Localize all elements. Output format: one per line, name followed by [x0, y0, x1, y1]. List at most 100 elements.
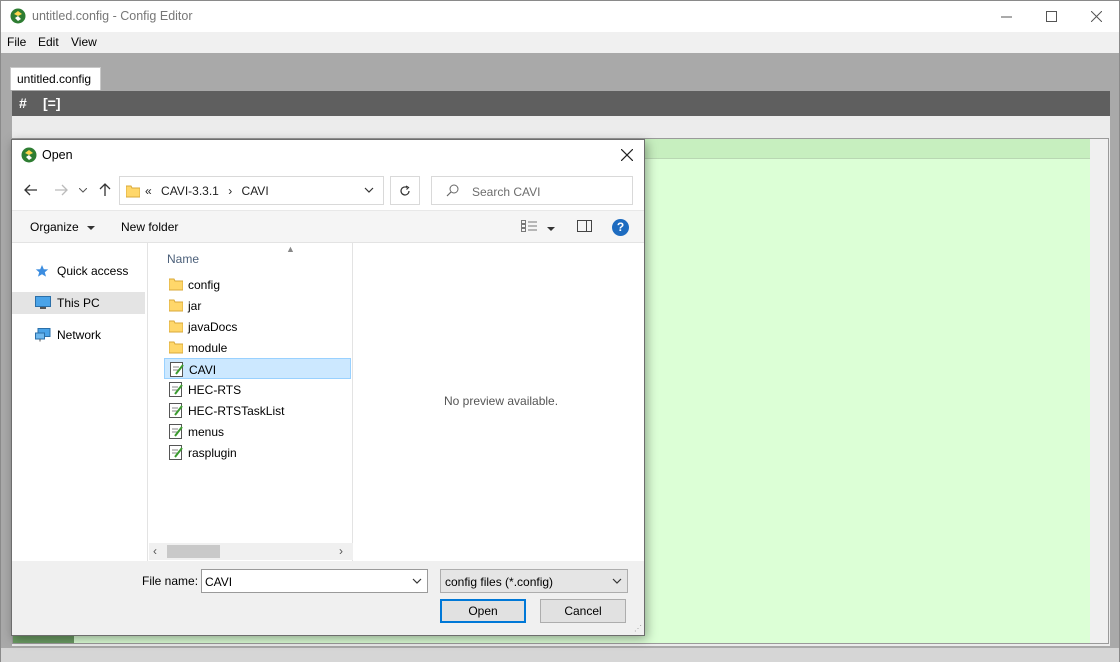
close-icon	[621, 149, 633, 161]
maximize-button[interactable]	[1028, 1, 1074, 32]
folder-icon	[126, 185, 140, 198]
menu-edit[interactable]: Edit	[38, 35, 59, 49]
help-button[interactable]: ?	[612, 219, 629, 236]
file-name-field[interactable]: CAVI	[201, 569, 428, 593]
network-icon	[35, 328, 51, 342]
refresh-button[interactable]	[390, 176, 420, 205]
address-bar[interactable]: « CAVI-3.3.1 › CAVI	[119, 176, 384, 205]
search-icon	[446, 184, 459, 197]
nav-item-network[interactable]: Network	[12, 324, 145, 346]
details-view-icon	[521, 220, 537, 232]
up-button[interactable]	[96, 181, 114, 199]
nav-item-quick-access[interactable]: Quick access	[12, 260, 145, 282]
file-name: menus	[188, 425, 225, 439]
file-list: ▲ Name config jar javaDocs module CAVI H…	[149, 243, 353, 561]
file-row-cavi[interactable]: CAVI	[164, 358, 351, 379]
resize-grip-icon[interactable]: ⋰	[634, 624, 642, 633]
open-button[interactable]: Open	[440, 599, 526, 623]
chevron-down-icon	[612, 578, 622, 584]
organize-button[interactable]: Organize	[30, 220, 96, 234]
file-name: CAVI	[189, 363, 217, 377]
app-logo-icon	[10, 8, 26, 24]
scroll-left-icon[interactable]: ‹	[153, 544, 157, 558]
window-title: untitled.config - Config Editor	[32, 9, 193, 23]
caret-down-icon	[547, 227, 556, 231]
menu-bar: File Edit View	[1, 32, 1119, 53]
file-list-horizontal-scrollbar[interactable]: ‹ ›	[149, 543, 353, 560]
maximize-icon	[1045, 11, 1057, 22]
folder-icon	[169, 299, 183, 312]
scrollbar-thumb[interactable]	[167, 545, 220, 558]
menu-file[interactable]: File	[7, 35, 26, 49]
file-row-hec-rtstasklist[interactable]: HEC-RTSTaskList	[164, 400, 351, 421]
refresh-icon	[400, 184, 410, 196]
breadcrumb-cavi-3-3-1[interactable]: CAVI-3.3.1	[161, 184, 219, 198]
breadcrumb: « CAVI-3.3.1 › CAVI	[145, 184, 275, 198]
column-header-name[interactable]: Name	[167, 252, 199, 266]
section-button[interactable]: [=]	[43, 95, 61, 111]
config-file-icon	[169, 424, 183, 439]
cancel-button[interactable]: Cancel	[540, 599, 626, 623]
open-dialog: Open « CAVI-3.3.1 › CAVI Search CAVI Org…	[11, 139, 645, 636]
app-logo-icon	[21, 147, 37, 163]
nav-item-this-pc[interactable]: This PC	[12, 292, 145, 314]
folder-icon	[169, 278, 183, 291]
file-name: HEC-RTS	[188, 383, 242, 397]
sort-ascending-icon: ▲	[286, 244, 295, 254]
config-file-icon	[169, 445, 183, 460]
arrow-left-icon	[24, 184, 37, 196]
breadcrumb-cavi[interactable]: CAVI	[242, 184, 269, 198]
file-name: module	[188, 341, 228, 355]
file-name-value: CAVI	[205, 575, 233, 589]
scroll-right-icon[interactable]: ›	[339, 544, 343, 558]
folder-icon	[169, 320, 183, 333]
file-row-javadocs[interactable]: javaDocs	[164, 316, 351, 337]
new-folder-button[interactable]: New folder	[121, 220, 178, 234]
config-file-icon	[169, 382, 183, 397]
file-row-jar[interactable]: jar	[164, 295, 351, 316]
nav-item-label: Network	[57, 328, 102, 342]
file-type-value: config files (*.config)	[445, 575, 554, 589]
breadcrumb-separator: ›	[228, 184, 233, 198]
file-type-select[interactable]: config files (*.config)	[440, 569, 628, 593]
dialog-title-bar: Open	[12, 140, 644, 170]
back-button[interactable]	[22, 181, 40, 199]
preview-message: No preview available.	[444, 394, 559, 408]
preview-pane: No preview available.	[354, 243, 644, 561]
comment-button[interactable]: #	[19, 95, 27, 111]
file-row-rasplugin[interactable]: rasplugin	[164, 442, 351, 463]
status-bar	[1, 648, 1119, 662]
breadcrumb-overflow[interactable]: «	[145, 184, 152, 198]
file-name-label: File name:	[142, 574, 199, 588]
close-window-button[interactable]	[1073, 1, 1119, 32]
chevron-down-icon	[79, 187, 87, 193]
chevron-down-icon[interactable]	[412, 576, 422, 586]
folder-icon	[169, 341, 183, 354]
organize-label: Organize	[30, 220, 79, 234]
navigation-bar: « CAVI-3.3.1 › CAVI Search CAVI	[12, 170, 644, 210]
search-input[interactable]: Search CAVI	[431, 176, 633, 205]
preview-pane-icon	[577, 220, 592, 232]
dialog-footer: File name: CAVI config files (*.config) …	[12, 561, 644, 635]
file-row-hec-rts[interactable]: HEC-RTS	[164, 379, 351, 400]
forward-button[interactable]	[52, 181, 70, 199]
command-bar: Organize New folder ?	[12, 210, 644, 243]
arrow-up-icon	[99, 183, 111, 196]
editor-vertical-scrollbar[interactable]	[1090, 139, 1108, 643]
chevron-down-icon[interactable]	[364, 185, 374, 195]
minimize-button[interactable]	[983, 1, 1029, 32]
tab-untitled-config[interactable]: untitled.config	[10, 67, 101, 90]
dialog-close-button[interactable]	[614, 142, 640, 168]
file-row-module[interactable]: module	[164, 337, 351, 358]
recent-locations-button[interactable]	[77, 181, 89, 199]
file-name: HEC-RTSTaskList	[188, 404, 285, 418]
config-file-icon	[169, 403, 183, 418]
change-view-button[interactable]	[521, 220, 556, 235]
file-row-menus[interactable]: menus	[164, 421, 351, 442]
file-row-config[interactable]: config	[164, 274, 351, 295]
minimize-icon	[1000, 16, 1012, 18]
close-icon	[1090, 11, 1102, 22]
preview-pane-button[interactable]	[577, 220, 592, 235]
menu-view[interactable]: View	[71, 35, 97, 49]
file-name: rasplugin	[188, 446, 237, 460]
